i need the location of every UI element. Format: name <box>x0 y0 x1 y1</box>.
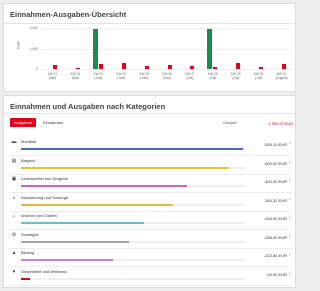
expense-bar[interactable] <box>236 62 241 69</box>
cart-icon: ▣ <box>11 176 17 182</box>
category-amount: -364,32 EUR <box>263 197 287 203</box>
categories-card: Einnahmen und Ausgaben nach Kategorien A… <box>3 95 296 288</box>
y-tick-label: 1.000 <box>29 46 38 51</box>
category-amount: -293,00 EUR <box>263 216 287 221</box>
category-row[interactable]: ⌂ Wohnen und Garten -293,00 EUR › <box>10 212 292 230</box>
category-label: Gesundheit und Wellness <box>21 268 67 274</box>
income-bar[interactable] <box>207 28 213 69</box>
category-bar <box>21 166 230 169</box>
overview-divider <box>4 23 295 24</box>
category-bar <box>21 185 187 187</box>
x-tick-label: KW 21 (Mai) <box>47 72 58 80</box>
expense-bar[interactable] <box>167 64 172 69</box>
tab-income[interactable]: Einnahmen <box>39 118 67 127</box>
expense-bar[interactable] <box>52 65 57 69</box>
x-tick-label: KW 31 (August) <box>275 72 288 80</box>
category-row[interactable]: ▲ Bildung -222,84 EUR › <box>10 249 292 267</box>
overview-card: Einnahmen-Ausgaben-Übersicht EUR 2.000 1.… <box>3 3 296 92</box>
expense-bar[interactable] <box>121 62 126 69</box>
category-row[interactable]: ♥ Gesundheit und Wellness -20,00 EUR › <box>10 268 292 286</box>
category-bar-track <box>21 277 245 280</box>
y-tick-label: 0 <box>36 67 38 71</box>
category-amount: -222,84 EUR <box>263 253 287 258</box>
expense-bar[interactable] <box>259 66 264 69</box>
category-amount: -535,13 EUR <box>263 142 287 147</box>
category-label: Wohnen und Garten <box>21 213 57 218</box>
x-tick-label: KW 27 (Juli) <box>185 72 195 80</box>
y-axis-unit: EUR <box>16 41 21 49</box>
chevron-right-icon[interactable]: › <box>289 160 291 166</box>
category-row[interactable]: ▣ Lebensmittel und Drogerie -400,30 EUR › <box>10 175 292 193</box>
category-bar-track <box>21 185 245 187</box>
category-amount: -400,30 EUR <box>263 179 287 184</box>
x-tick-label: KW 30 (Juli) <box>253 72 264 80</box>
categories-divider <box>4 113 295 114</box>
category-bar-track <box>21 203 245 206</box>
category-bar-track <box>21 148 245 150</box>
gridline <box>41 69 293 70</box>
category-label: Mobilität <box>21 139 36 144</box>
chevron-right-icon[interactable]: › <box>289 141 291 147</box>
chevron-right-icon[interactable]: › <box>289 215 291 221</box>
chevron-right-icon[interactable]: › <box>289 197 291 203</box>
x-tick-label: KW 23 (Juni) <box>93 72 104 80</box>
category-bar-track <box>21 240 245 243</box>
tab-expenses[interactable]: Ausgaben <box>10 118 37 127</box>
chevron-right-icon[interactable]: › <box>289 252 291 258</box>
category-label: Lebensmittel und Drogerie <box>21 176 68 181</box>
category-amount: -258,00 EUR <box>263 234 287 240</box>
house-icon: ⌂ <box>12 213 16 219</box>
bank-icon: ▤ <box>11 157 17 164</box>
category-bar <box>21 259 113 261</box>
y-tick-label: 2.000 <box>29 26 38 30</box>
expense-bar[interactable] <box>75 68 80 69</box>
chevron-right-icon[interactable]: › <box>289 178 291 184</box>
category-label: Bargeld <box>21 157 35 163</box>
x-tick-label: KW 26 (Juni) <box>162 72 172 80</box>
gridline <box>41 48 293 50</box>
category-row[interactable]: ▬ Mobilität -535,13 EUR › <box>10 138 292 156</box>
chevron-right-icon[interactable]: › <box>289 271 291 277</box>
income-bar[interactable] <box>92 28 98 69</box>
x-tick-label: KW 22 (Mai) <box>70 72 81 80</box>
gear-icon: ⚙ <box>11 231 17 238</box>
category-bar-track <box>21 222 245 224</box>
overview-title: Einnahmen-Ausgaben-Übersicht <box>10 10 127 19</box>
category-label: Bildung <box>21 250 35 255</box>
expense-bar[interactable] <box>190 66 195 69</box>
category-bar <box>21 222 145 224</box>
category-bar-track <box>21 166 245 169</box>
x-tick-label: KW 29 (Juli) <box>230 72 241 80</box>
category-amount: -500,00 EUR <box>263 160 287 166</box>
gridline <box>41 28 293 29</box>
chevron-right-icon[interactable]: › <box>289 234 291 240</box>
category-bar <box>21 240 129 243</box>
row-divider <box>10 284 292 286</box>
x-tick-label: KW 25 (Juni) <box>139 72 149 80</box>
total-value: -2.594,20 EUR <box>267 121 293 126</box>
category-bar <box>21 203 174 206</box>
category-row[interactable]: ▤ Bargeld -500,00 EUR › <box>10 157 292 175</box>
expense-bar[interactable] <box>98 64 103 69</box>
category-row[interactable]: ◒ Absicherung und Vorsorge -364,32 EUR › <box>10 194 292 212</box>
car-icon: ▬ <box>11 139 17 145</box>
x-tick-label: KW 24 (Juni) <box>116 72 126 80</box>
expense-bar[interactable] <box>282 63 287 69</box>
category-row[interactable]: ⚙ Sonstiges -258,00 EUR › <box>10 231 292 249</box>
umbrella-icon: ◒ <box>12 194 16 201</box>
graduation-cap-icon: ▲ <box>11 250 17 256</box>
x-tick-label: KW 28 (Juli) <box>208 72 218 80</box>
category-bar <box>21 277 30 280</box>
category-label: Absicherung und Vorsorge <box>21 194 69 200</box>
category-amount: -20,00 EUR <box>266 271 287 277</box>
category-bar <box>21 148 243 150</box>
heart-icon: ♥ <box>12 268 16 275</box>
categories-title: Einnahmen und Ausgaben nach Kategorien <box>10 102 166 111</box>
expense-bar[interactable] <box>144 65 149 69</box>
total-label: Gesamt: <box>223 121 237 125</box>
expense-bar[interactable] <box>213 66 218 69</box>
category-label: Sonstiges <box>21 231 39 237</box>
category-bar-track <box>21 259 245 261</box>
